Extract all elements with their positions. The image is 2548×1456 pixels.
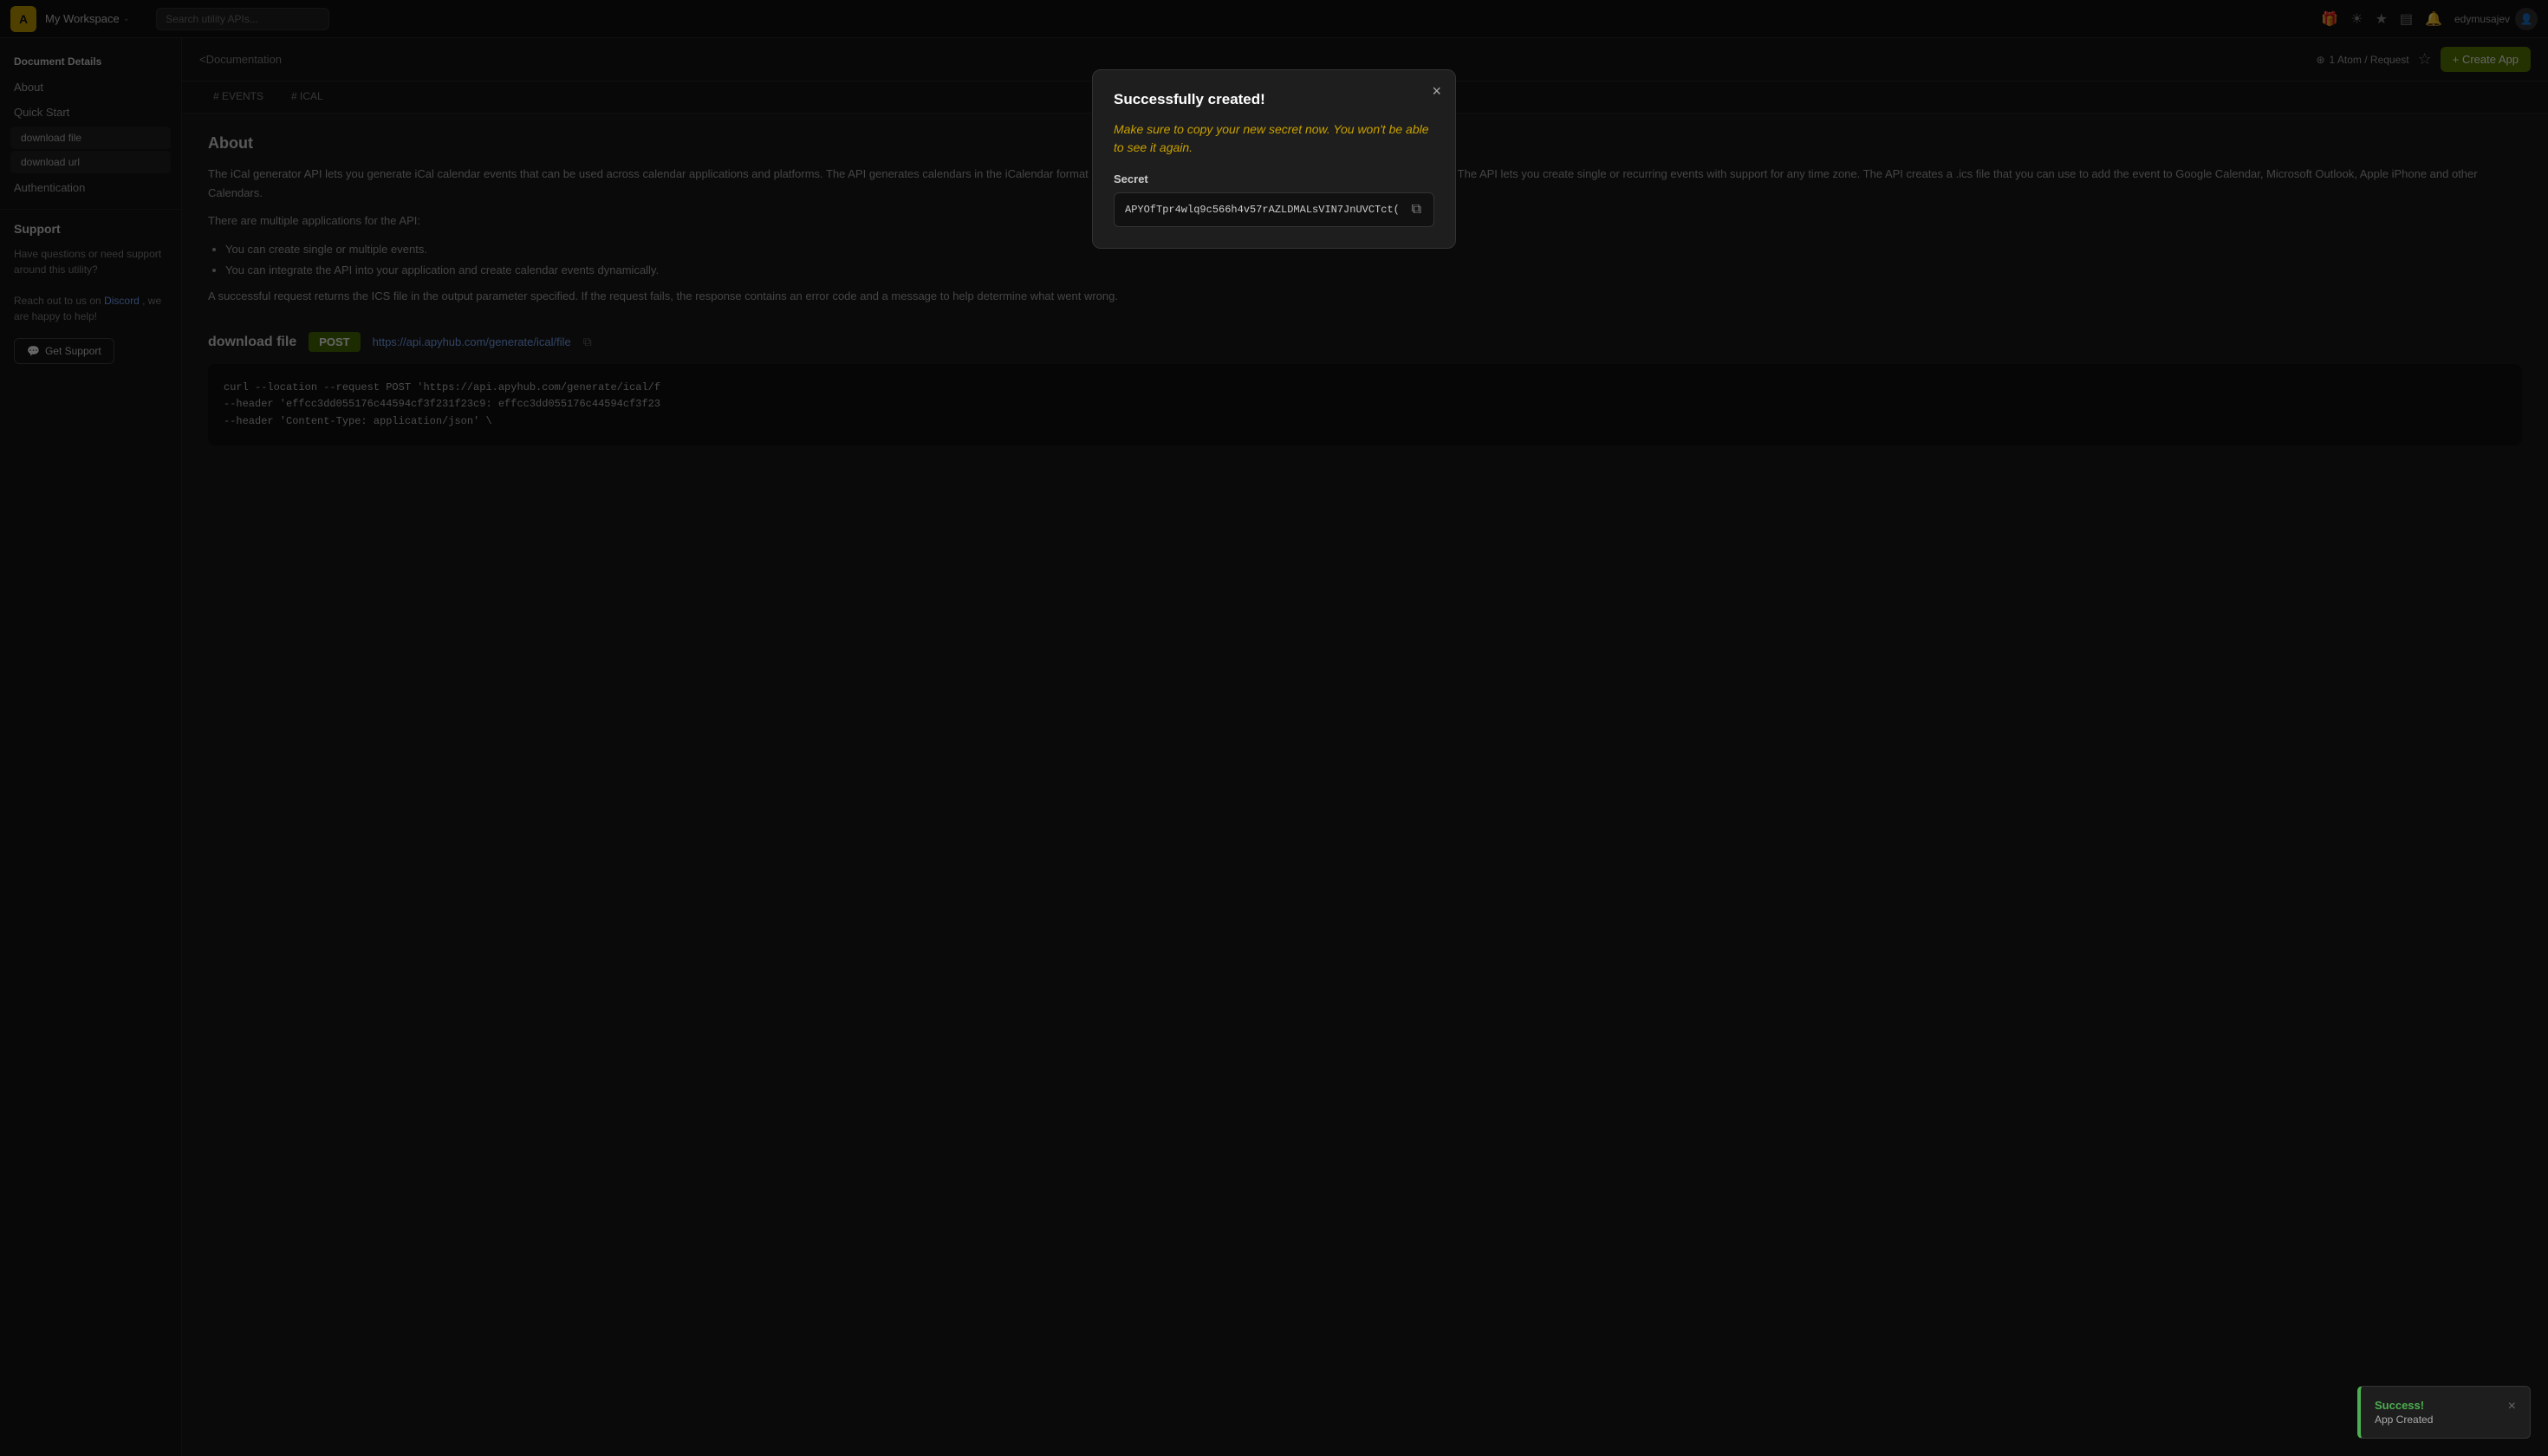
modal-close-button[interactable]: × xyxy=(1432,82,1441,101)
modal-overlay: Successfully created! × Make sure to cop… xyxy=(0,0,2548,1456)
copy-secret-button[interactable]: ⧉ xyxy=(1410,200,1423,219)
toast-title: Success! xyxy=(2375,1399,2499,1412)
modal-warning: Make sure to copy your new secret now. Y… xyxy=(1114,120,1434,157)
modal-title: Successfully created! xyxy=(1114,91,1434,108)
success-modal: Successfully created! × Make sure to cop… xyxy=(1092,69,1456,249)
toast-notification: Success! App Created × xyxy=(2357,1386,2531,1439)
secret-row: APYOfTpr4wlq9c566h4v57rAZLDMALsVIN7JnUVC… xyxy=(1114,192,1434,227)
toast-message: App Created xyxy=(2375,1414,2499,1426)
secret-label: Secret xyxy=(1114,172,1434,185)
toast-content: Success! App Created xyxy=(2375,1399,2499,1426)
secret-value: APYOfTpr4wlq9c566h4v57rAZLDMALsVIN7JnUVC… xyxy=(1125,204,1403,216)
toast-close-button[interactable]: × xyxy=(2508,1399,2516,1414)
